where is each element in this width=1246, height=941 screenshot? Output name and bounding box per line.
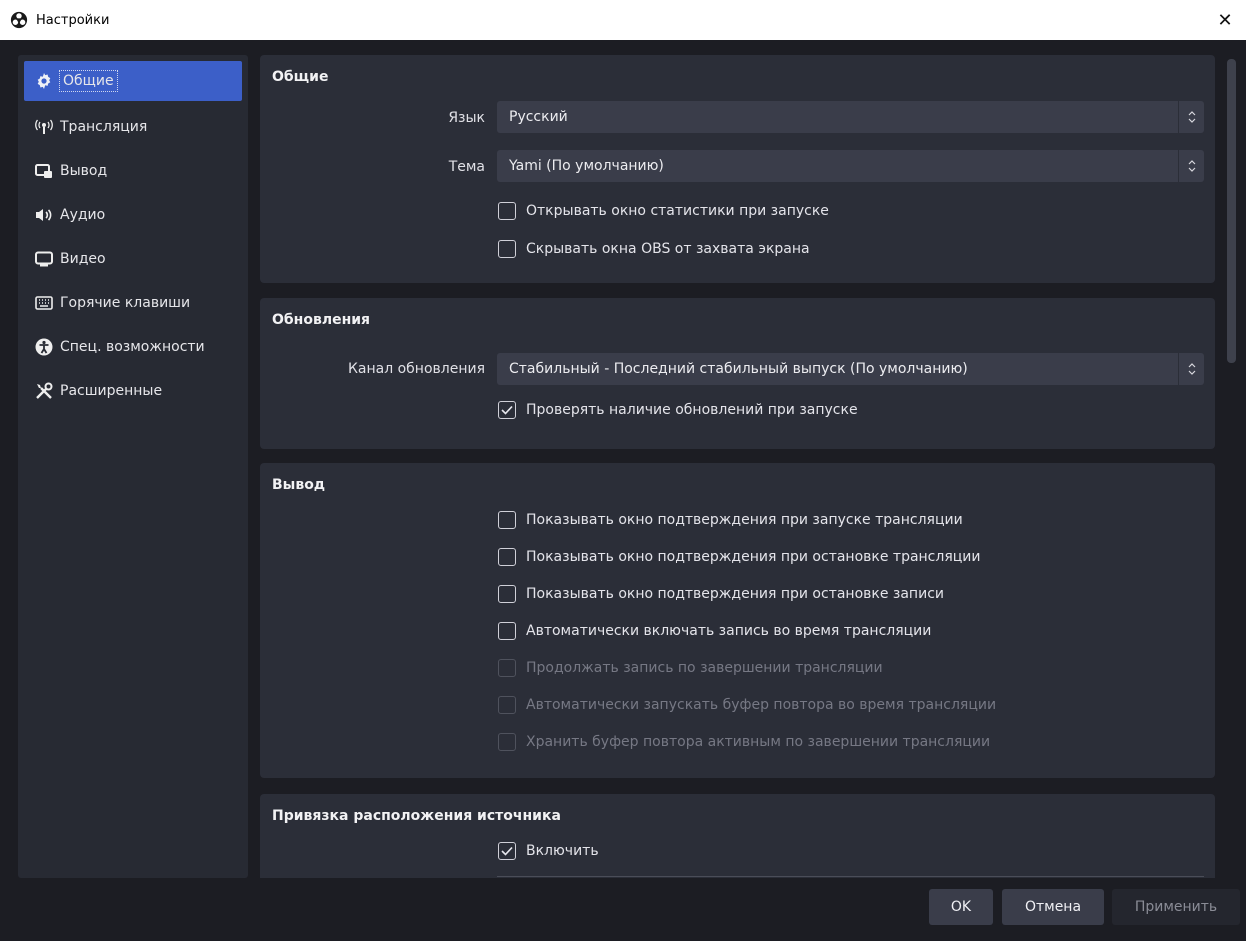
sidebar-item-label: Вывод	[60, 163, 108, 179]
checkbox-label: Проверять наличие обновлений при запуске	[526, 402, 858, 418]
settings-sidebar: Общие Трансляция Вывод Аудио Видео Горяч…	[18, 55, 248, 878]
title-bar: Настройки ✕	[0, 0, 1246, 40]
speaker-icon	[34, 205, 54, 225]
sidebar-item-video[interactable]: Видео	[24, 237, 242, 281]
general-group: Общие Язык Русский Тема Yami (По умолчан…	[260, 55, 1215, 283]
auto-record-checkbox[interactable]: Автоматически включать запись во время т…	[498, 622, 931, 640]
scrollbar-thumb[interactable]	[1227, 59, 1236, 363]
sidebar-item-label: Расширенные	[60, 383, 163, 399]
tools-icon	[34, 381, 54, 401]
sidebar-item-label: Спец. возможности	[60, 339, 205, 355]
checkbox-box	[498, 585, 516, 603]
language-label: Язык	[448, 110, 485, 126]
keep-recording-checkbox: Продолжать запись по завершении трансляц…	[498, 659, 883, 677]
checkbox-label: Хранить буфер повтора активным по заверш…	[526, 734, 991, 750]
checkbox-box	[498, 240, 516, 258]
sidebar-item-hotkeys[interactable]: Горячие клавиши	[24, 281, 242, 325]
sidebar-item-accessibility[interactable]: Спец. возможности	[24, 325, 242, 369]
update-channel-value: Стабильный - Последний стабильный выпуск…	[509, 361, 968, 377]
checkbox-label: Автоматически запускать буфер повтора во…	[526, 697, 997, 713]
chevron-updown-icon	[1178, 353, 1204, 385]
checkbox-box	[498, 401, 516, 419]
checkbox-box	[498, 548, 516, 566]
obs-logo-icon	[10, 11, 28, 29]
language-value: Русский	[509, 109, 568, 125]
snapping-enable-checkbox[interactable]: Включить	[498, 842, 599, 860]
checkbox-label: Показывать окно подтверждения при остано…	[526, 586, 944, 602]
checkbox-label: Скрывать окна OBS от захвата экрана	[526, 241, 810, 257]
hide-from-capture-checkbox[interactable]: Скрывать окна OBS от захвата экрана	[498, 240, 810, 258]
theme-label: Тема	[448, 159, 485, 175]
update-channel-label: Канал обновления	[347, 361, 485, 377]
group-title: Общие	[272, 69, 329, 85]
output-icon	[34, 161, 54, 181]
checkbox-label: Автоматически включать запись во время т…	[526, 623, 932, 639]
group-title: Обновления	[272, 312, 371, 328]
cancel-button[interactable]: Отмена	[1002, 889, 1104, 925]
checkbox-label: Открывать окно статистики при запуске	[526, 203, 829, 219]
confirm-stop-stream-checkbox[interactable]: Показывать окно подтверждения при остано…	[498, 548, 980, 566]
stats-on-startup-checkbox[interactable]: Открывать окно статистики при запуске	[498, 202, 829, 220]
checkmark-icon	[501, 405, 513, 415]
check-updates-checkbox[interactable]: Проверять наличие обновлений при запуске	[498, 401, 858, 419]
vertical-scrollbar[interactable]	[1222, 55, 1240, 878]
checkbox-box	[498, 659, 516, 677]
keyboard-icon	[34, 293, 54, 313]
checkbox-box	[498, 696, 516, 714]
divider	[497, 876, 1204, 877]
gear-icon	[34, 71, 54, 91]
close-icon[interactable]: ✕	[1212, 8, 1238, 32]
sidebar-item-audio[interactable]: Аудио	[24, 193, 242, 237]
sidebar-item-output[interactable]: Вывод	[24, 149, 242, 193]
confirm-stop-record-checkbox[interactable]: Показывать окно подтверждения при остано…	[498, 585, 944, 603]
theme-value: Yami (По умолчанию)	[509, 158, 664, 174]
ok-button[interactable]: OK	[929, 889, 993, 925]
sidebar-item-general[interactable]: Общие	[24, 61, 242, 101]
checkbox-box	[498, 511, 516, 529]
sidebar-item-label: Видео	[60, 251, 106, 267]
checkbox-label: Показывать окно подтверждения при остано…	[526, 549, 981, 565]
checkbox-label: Включить	[526, 843, 599, 859]
sidebar-item-label: Трансляция	[60, 119, 148, 135]
update-channel-select[interactable]: Стабильный - Последний стабильный выпуск…	[497, 353, 1204, 385]
chevron-updown-icon	[1178, 150, 1204, 182]
checkmark-icon	[501, 846, 513, 856]
checkbox-label: Показывать окно подтверждения при запуск…	[526, 512, 963, 528]
snapping-group: Привязка расположения источника Включить	[260, 794, 1215, 878]
updates-group: Обновления Канал обновления Стабильный -…	[260, 298, 1215, 449]
sidebar-item-stream[interactable]: Трансляция	[24, 105, 242, 149]
group-title: Вывод	[272, 477, 326, 493]
sidebar-item-advanced[interactable]: Расширенные	[24, 369, 242, 413]
confirm-start-stream-checkbox[interactable]: Показывать окно подтверждения при запуск…	[498, 511, 963, 529]
settings-content: Общие Язык Русский Тема Yami (По умолчан…	[260, 55, 1215, 878]
chevron-updown-icon	[1178, 101, 1204, 133]
apply-button[interactable]: Применить	[1112, 889, 1240, 925]
sidebar-item-label: Аудио	[60, 207, 106, 223]
group-title: Привязка расположения источника	[272, 808, 561, 824]
checkbox-box	[498, 622, 516, 640]
auto-replay-buffer-checkbox: Автоматически запускать буфер повтора во…	[498, 696, 996, 714]
antenna-icon	[34, 117, 54, 137]
sidebar-item-label: Общие	[59, 70, 118, 92]
checkbox-label: Продолжать запись по завершении трансляц…	[526, 660, 883, 676]
keep-replay-buffer-checkbox: Хранить буфер повтора активным по заверш…	[498, 733, 990, 751]
accessibility-icon	[34, 337, 54, 357]
checkbox-box	[498, 202, 516, 220]
language-select[interactable]: Русский	[497, 101, 1204, 133]
checkbox-box	[498, 842, 516, 860]
theme-select[interactable]: Yami (По умолчанию)	[497, 150, 1204, 182]
sidebar-item-label: Горячие клавиши	[60, 295, 191, 311]
checkbox-box	[498, 733, 516, 751]
monitor-icon	[34, 249, 54, 269]
window-title: Настройки	[36, 12, 110, 28]
output-group: Вывод Показывать окно подтверждения при …	[260, 463, 1215, 778]
